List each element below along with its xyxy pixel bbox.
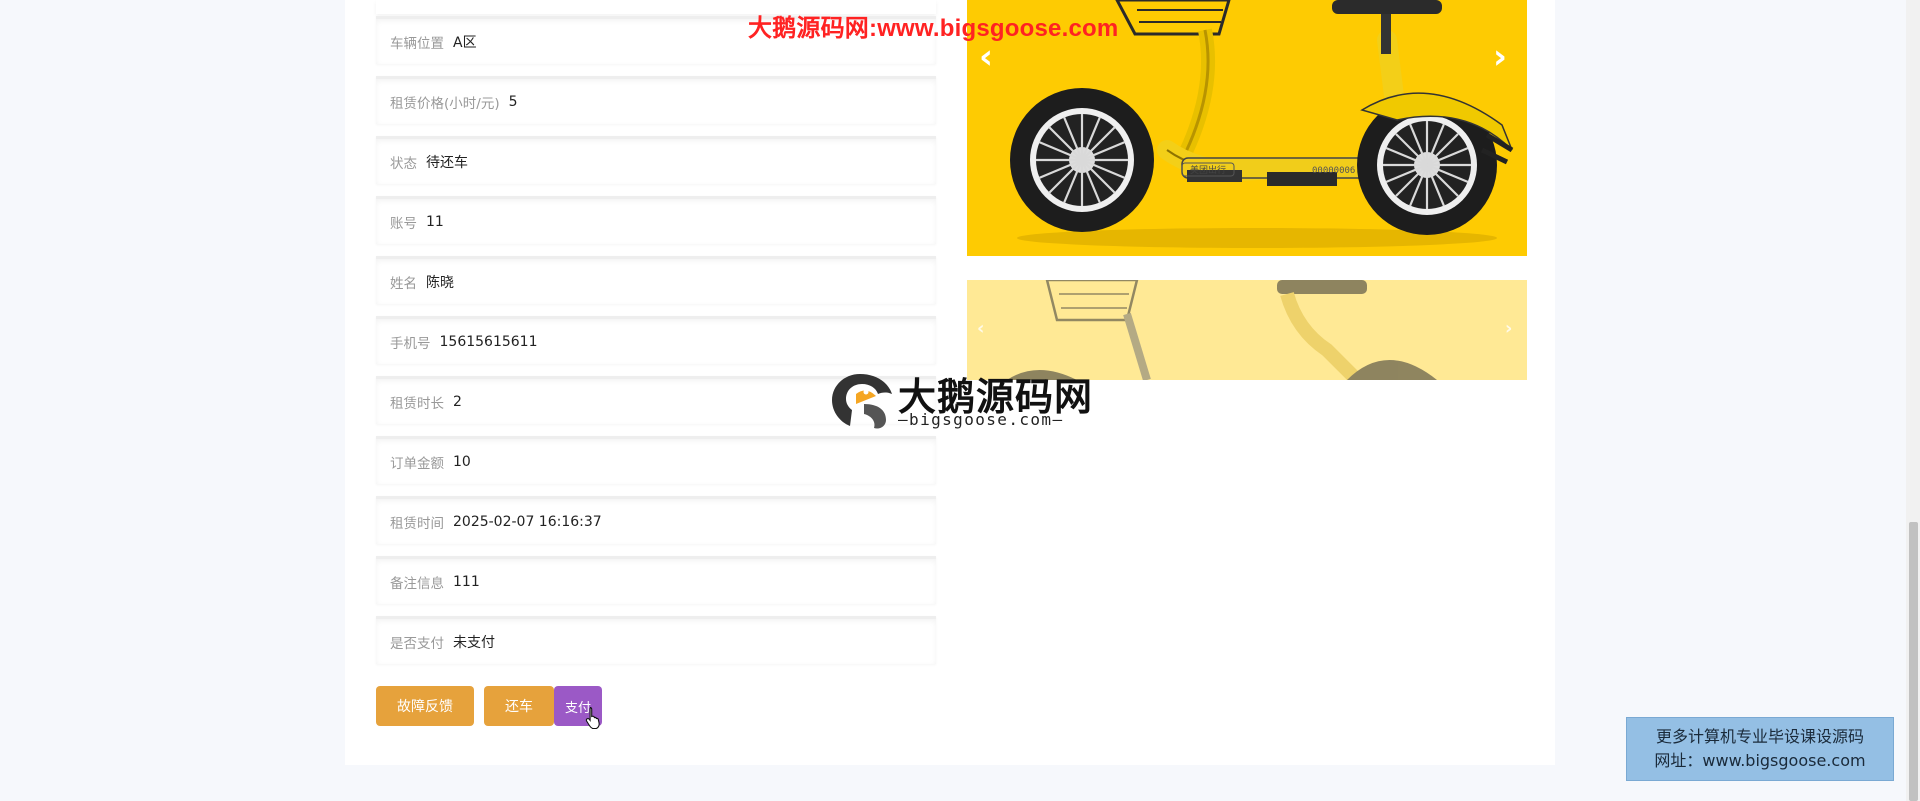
field-label: 是否支付 <box>390 635 444 652</box>
return-vehicle-button[interactable]: 还车 <box>484 686 554 726</box>
field-status: 状态 待还车 <box>376 136 936 184</box>
scooter-thumbnail <box>967 280 1527 380</box>
field-label: 备注信息 <box>390 575 444 592</box>
watermark-logo: 大鹅源码网 —bigsgoose.com— <box>826 370 1096 432</box>
field-name: 姓名 陈晓 <box>376 256 936 304</box>
scooter-badge-text: 美团出行 <box>1190 164 1226 176</box>
chevron-left-icon[interactable]: ‹ <box>979 40 993 74</box>
goose-logo-icon <box>832 374 892 429</box>
thumbnail-carousel[interactable]: ‹ › <box>967 280 1527 380</box>
field-label: 账号 <box>390 215 417 232</box>
hand-cursor-icon <box>585 706 600 730</box>
field-value: 2025-02-07 16:16:37 <box>453 513 602 530</box>
field-value: 待还车 <box>426 154 468 171</box>
watermark-text: 大鹅源码网:www.bigsgoose.com <box>748 15 1119 42</box>
field-order-amount: 订单金额 10 <box>376 436 936 484</box>
field-label: 租赁时间 <box>390 515 444 532</box>
field-value: 15615615611 <box>439 333 538 350</box>
field-rental-time: 租赁时间 2025-02-07 16:16:37 <box>376 496 936 544</box>
field-value: 陈晓 <box>426 274 454 291</box>
scrollbar-thumb[interactable] <box>1909 522 1918 801</box>
fault-feedback-button[interactable]: 故障反馈 <box>376 686 474 726</box>
field-payment-status: 是否支付 未支付 <box>376 616 936 664</box>
promo-line-2: 网址：www.bigsgoose.com <box>1654 751 1866 770</box>
field-value: 未支付 <box>453 634 495 651</box>
field-label: 姓名 <box>390 275 417 292</box>
watermark-logo-subtitle: —bigsgoose.com— <box>898 410 1064 429</box>
field-value: 5 <box>508 93 518 110</box>
field-value: 111 <box>453 573 480 590</box>
scooter-plate-text: 00000006 <box>1312 166 1355 176</box>
field-label: 租赁价格(小时/元) <box>390 95 500 112</box>
field-rental-price: 租赁价格(小时/元) 5 <box>376 76 936 124</box>
chevron-right-icon[interactable]: › <box>1493 40 1507 74</box>
field-account: 账号 11 <box>376 196 936 244</box>
field-value: 11 <box>426 213 444 230</box>
field-remarks: 备注信息 111 <box>376 556 936 604</box>
field-label: 租赁时长 <box>390 395 444 412</box>
field-label: 状态 <box>390 155 417 172</box>
promo-line-1: 更多计算机专业毕设课设源码 <box>1655 727 1864 746</box>
thumb-chevron-right-icon[interactable]: › <box>1505 320 1512 338</box>
field-phone: 手机号 15615615611 <box>376 316 936 364</box>
field-label: 订单金额 <box>390 455 444 472</box>
field-value: 2 <box>453 393 462 410</box>
field-label: 手机号 <box>390 335 431 352</box>
thumb-chevron-left-icon[interactable]: ‹ <box>977 320 984 338</box>
field-value: A区 <box>453 34 477 51</box>
promo-banner[interactable]: 更多计算机专业毕设课设源码 网址：www.bigsgoose.com <box>1626 717 1894 781</box>
field-label: 车辆位置 <box>390 35 444 52</box>
field-value: 10 <box>453 453 471 470</box>
